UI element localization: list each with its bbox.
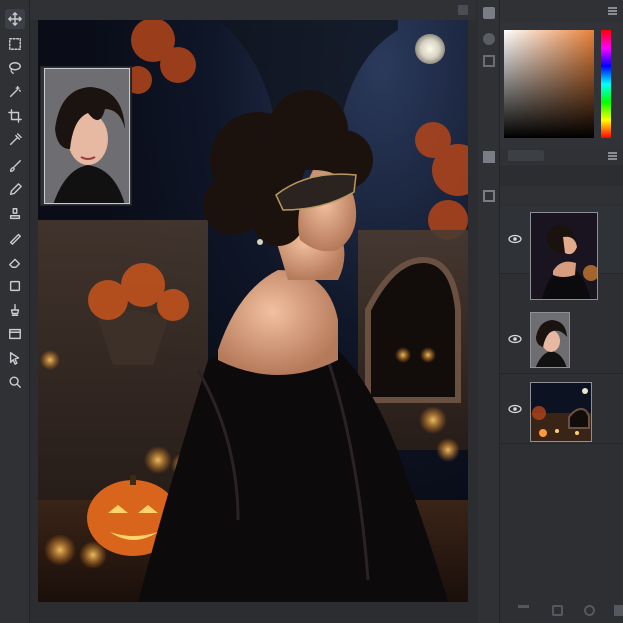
eye-visibility-icon[interactable]	[508, 404, 522, 414]
color-picker-panel	[500, 0, 623, 165]
panel-menu-icon[interactable]	[608, 7, 617, 15]
layers-panel-header	[500, 186, 623, 204]
layer-thumbnail	[530, 312, 570, 368]
color-panel-header	[500, 0, 623, 22]
layers-panel	[500, 186, 623, 623]
right-panel-column	[478, 0, 623, 623]
layer-row[interactable]	[500, 206, 623, 300]
moon	[415, 34, 445, 64]
bare-shoulders	[218, 270, 338, 375]
app-window	[0, 0, 623, 623]
tools-toolbar	[0, 0, 30, 623]
layers-footer	[500, 597, 623, 623]
layer-thumbnail	[530, 382, 592, 442]
marquee-tool-icon[interactable]	[5, 34, 25, 54]
color-tab[interactable]	[508, 150, 544, 161]
delete-layer-icon[interactable]	[614, 605, 623, 616]
layers-panel-icon[interactable]	[483, 190, 495, 202]
add-mask-icon[interactable]	[552, 605, 563, 616]
shape-tool-icon[interactable]	[5, 324, 25, 344]
document-area	[30, 0, 476, 623]
hue-slider[interactable]	[601, 30, 611, 138]
color-tabs-menu-icon[interactable]	[608, 152, 617, 160]
select-arrow-tool-icon[interactable]	[5, 348, 25, 368]
navigator-preview[interactable]	[44, 68, 130, 204]
navigator-panel	[40, 66, 132, 206]
layer-row[interactable]	[500, 306, 623, 374]
saturation-value-field[interactable]	[504, 30, 594, 138]
eye-visibility-icon[interactable]	[508, 334, 522, 344]
lasso-tool-icon[interactable]	[5, 58, 25, 78]
adjustments-icon[interactable]	[483, 55, 495, 67]
color-panel-icon[interactable]	[483, 7, 495, 19]
layer-thumbnail	[530, 212, 598, 300]
crop-tool-icon[interactable]	[5, 106, 25, 126]
healing-tool-icon[interactable]	[5, 228, 25, 248]
pencil-tool-icon[interactable]	[5, 180, 25, 200]
document-tab-bar	[30, 0, 476, 20]
zoom-tool-icon[interactable]	[5, 372, 25, 392]
link-layers-icon[interactable]	[518, 605, 529, 616]
swatches-icon[interactable]	[483, 33, 495, 45]
move-tool-icon[interactable]	[5, 9, 25, 29]
eraser-tool-icon[interactable]	[5, 252, 25, 272]
adjustment-layer-icon[interactable]	[584, 605, 595, 616]
eye-visibility-icon[interactable]	[508, 234, 522, 244]
minimize-icon[interactable]	[458, 5, 468, 15]
color-panel-tabs	[500, 148, 623, 164]
clone-stamp-tool-icon[interactable]	[5, 204, 25, 224]
brush-tool-icon[interactable]	[5, 156, 25, 176]
eyedropper-tool-icon[interactable]	[5, 130, 25, 150]
properties-icon[interactable]	[483, 151, 495, 163]
stamp-tool-icon[interactable]	[5, 300, 25, 320]
layer-row[interactable]	[500, 376, 623, 444]
panel-icon-strip	[478, 0, 500, 623]
fill-tool-icon[interactable]	[5, 276, 25, 296]
magic-wand-tool-icon[interactable]	[5, 82, 25, 102]
